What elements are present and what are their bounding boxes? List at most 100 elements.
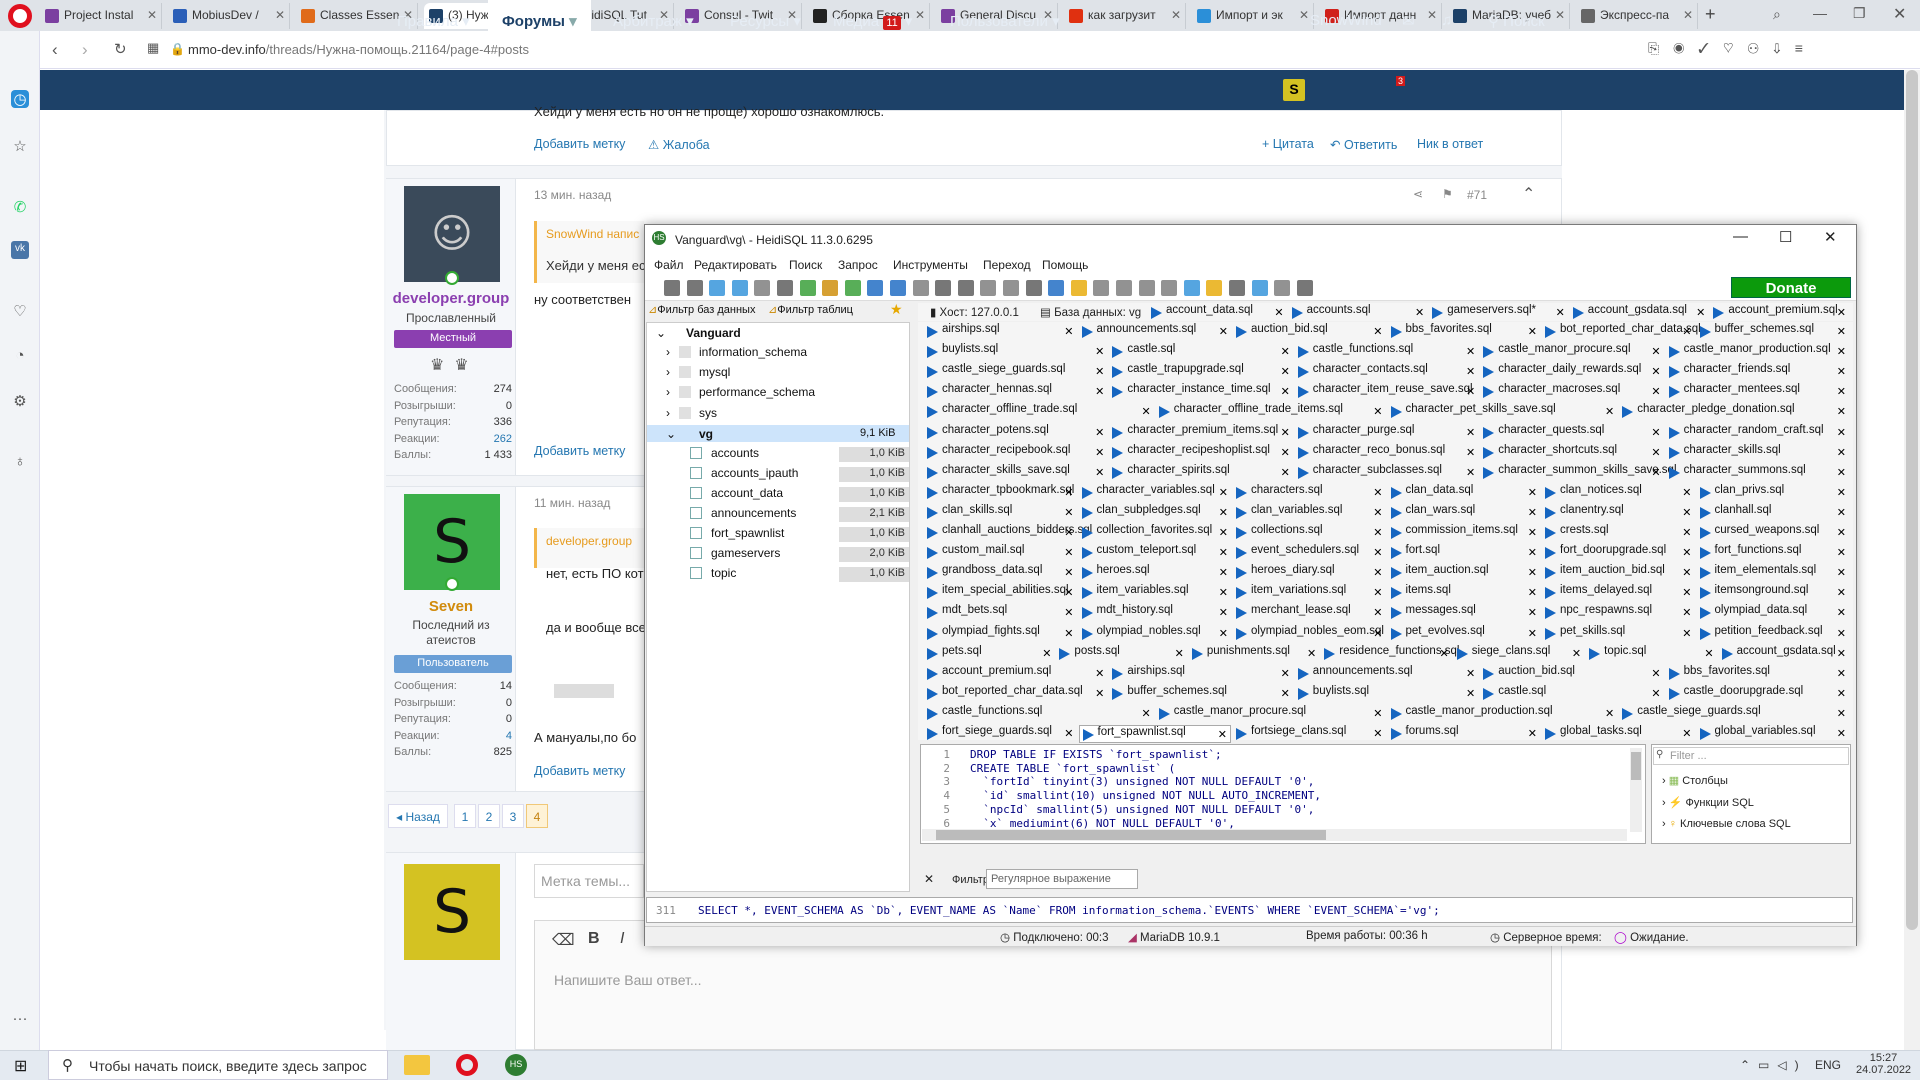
toolbar-button-icon[interactable] bbox=[709, 280, 726, 296]
toolbar-button-icon[interactable] bbox=[1025, 280, 1042, 296]
query-tab[interactable]: character_mentees.sql ✕ bbox=[1666, 383, 1849, 401]
query-tab[interactable]: character_offline_trade_items.sql ✕ bbox=[1156, 403, 1386, 421]
tab-close-icon[interactable]: ✕ bbox=[1605, 707, 1614, 720]
query-tab[interactable]: item_auction_bid.sql ✕ bbox=[1542, 564, 1695, 582]
helper-item-keywords[interactable]: › ♀ Ключевые слова SQL bbox=[1662, 818, 1791, 830]
page-2-button[interactable]: 2 bbox=[478, 804, 500, 828]
query-tab[interactable]: fortsiege_clans.sql ✕ bbox=[1233, 725, 1386, 743]
query-tab[interactable]: account_premium.sql ✕ bbox=[924, 665, 1107, 683]
tree-db-node[interactable]: mysql bbox=[699, 365, 730, 379]
query-tab[interactable]: character_recipeshoplist.sql ✕ bbox=[1109, 444, 1292, 462]
tab-close-icon[interactable]: ✕ bbox=[1466, 426, 1475, 439]
tab-close-icon[interactable]: ✕ bbox=[1528, 627, 1537, 640]
query-tab[interactable]: siege_clans.sql ✕ bbox=[1454, 645, 1584, 663]
tab-close-icon[interactable]: ✕ bbox=[1064, 586, 1073, 599]
query-tab[interactable]: collections.sql ✕ bbox=[1233, 524, 1386, 542]
menu-item[interactable]: Инструменты bbox=[893, 258, 968, 272]
query-tab[interactable]: clanhall.sql ✕ bbox=[1697, 504, 1850, 522]
toolbar-button-icon[interactable] bbox=[867, 280, 884, 296]
tab-close-icon[interactable]: ✕ bbox=[1373, 727, 1382, 740]
tab-close-icon[interactable]: ✕ bbox=[1466, 365, 1475, 378]
tab-close-icon[interactable]: ✕ bbox=[1064, 727, 1073, 740]
tab-close-icon[interactable]: ✕ bbox=[1837, 707, 1846, 720]
query-tab[interactable]: character_quests.sql ✕ bbox=[1480, 424, 1663, 442]
tab-close-icon[interactable]: ✕ bbox=[1281, 365, 1290, 378]
tab-close-icon[interactable]: ✕ bbox=[1682, 526, 1691, 539]
add-tag-link[interactable]: Добавить метку bbox=[534, 444, 625, 458]
user-name[interactable]: Seven bbox=[386, 598, 516, 615]
opera-taskbar-icon[interactable] bbox=[456, 1054, 478, 1076]
query-tab[interactable]: character_pet_skills_save.sql ✕ bbox=[1388, 403, 1618, 421]
query-tab[interactable]: character_potens.sql ✕ bbox=[924, 424, 1107, 442]
new-tab-button[interactable]: + bbox=[1705, 4, 1716, 25]
tab-close-icon[interactable]: ✕ bbox=[1095, 687, 1104, 700]
query-tab[interactable]: clan_notices.sql ✕ bbox=[1542, 484, 1695, 502]
query-tab[interactable]: petition_feedback.sql ✕ bbox=[1697, 625, 1850, 643]
history-icon[interactable]: ◔ bbox=[11, 347, 29, 365]
browser-tab[interactable]: Экспресс-па ✕ bbox=[1576, 3, 1698, 29]
db-filter[interactable]: ⊿Фильтр баз данных bbox=[648, 303, 766, 319]
whatsapp-icon[interactable]: ✆ bbox=[11, 198, 29, 216]
browser-tab[interactable]: Project Instal ✕ bbox=[40, 3, 162, 29]
helper-item-columns[interactable]: › ▦ Столбцы bbox=[1662, 774, 1728, 787]
tree-table-node[interactable]: topic bbox=[711, 566, 736, 580]
toolbar-button-icon[interactable] bbox=[1116, 280, 1132, 296]
query-tab[interactable]: clan_subpledges.sql ✕ bbox=[1079, 504, 1232, 522]
toolbar-button-icon[interactable] bbox=[980, 280, 997, 296]
query-tab[interactable]: buffer_schemes.sql ✕ bbox=[1697, 323, 1850, 341]
query-tab[interactable]: global_variables.sql ✕ bbox=[1697, 725, 1850, 743]
toolbar-button-icon[interactable] bbox=[1161, 280, 1178, 296]
nick-reply-link[interactable]: Ник в ответ bbox=[1417, 137, 1483, 151]
query-tab[interactable]: character_daily_rewards.sql ✕ bbox=[1480, 363, 1663, 381]
tab-close-icon[interactable]: ✕ bbox=[1373, 566, 1382, 579]
tab-close-icon[interactable]: ✕ bbox=[1064, 506, 1073, 519]
tab-close-icon[interactable]: ✕ bbox=[1142, 707, 1151, 720]
tab-close-icon[interactable]: ✕ bbox=[1528, 526, 1537, 539]
forward-icon[interactable]: › bbox=[82, 40, 88, 60]
tab-close-icon[interactable]: ✕ bbox=[1837, 606, 1846, 619]
tab-close-icon[interactable]: ✕ bbox=[1373, 606, 1382, 619]
query-tab[interactable]: buylists.sql ✕ bbox=[1295, 685, 1478, 703]
nav-arbitrage[interactable]: Арбитраж ▾ bbox=[613, 12, 694, 30]
toolbar-button-icon[interactable] bbox=[1183, 280, 1200, 296]
query-tab[interactable]: account_premium.sql ✕ bbox=[1710, 304, 1849, 322]
tab-close-icon[interactable]: ✕ bbox=[915, 8, 925, 22]
toolbar-button-icon[interactable] bbox=[1093, 280, 1110, 296]
file-explorer-icon[interactable] bbox=[404, 1055, 430, 1075]
tab-close-icon[interactable]: ✕ bbox=[1373, 526, 1382, 539]
tab-close-icon[interactable]: ✕ bbox=[1095, 446, 1104, 459]
toolbar-button-icon[interactable] bbox=[1274, 280, 1291, 296]
tab-close-icon[interactable]: ✕ bbox=[1837, 466, 1846, 479]
tree-collapse-icon[interactable]: ⌄ bbox=[666, 427, 676, 441]
tab-close-icon[interactable]: ✕ bbox=[1837, 727, 1846, 740]
taskbar-search[interactable]: Чтобы начать поиск, введите здесь запрос bbox=[48, 1050, 388, 1080]
taskbar-clock[interactable]: 15:27 24.07.2022 bbox=[1856, 1052, 1911, 1076]
helper-filter-input[interactable]: Filter ... bbox=[1653, 747, 1849, 765]
editor-vscroll-thumb[interactable] bbox=[1631, 752, 1641, 780]
tab-close-icon[interactable]: ✕ bbox=[275, 8, 285, 22]
toolbar-button-icon[interactable] bbox=[844, 280, 861, 296]
tab-close-icon[interactable]: ✕ bbox=[1373, 586, 1382, 599]
tab-close-icon[interactable]: ✕ bbox=[1042, 647, 1051, 660]
user-avatar-seven[interactable]: S bbox=[404, 494, 500, 590]
toolbar-button-icon[interactable] bbox=[731, 280, 748, 296]
tab-close-icon[interactable]: ✕ bbox=[1466, 667, 1475, 680]
query-tab[interactable]: character_macroses.sql ✕ bbox=[1480, 383, 1663, 401]
tab-close-icon[interactable]: ✕ bbox=[1095, 385, 1104, 398]
scroll-up-icon[interactable]: ⌃ bbox=[1522, 184, 1535, 204]
query-tab[interactable]: fort.sql ✕ bbox=[1388, 544, 1541, 562]
tab-close-icon[interactable]: ✕ bbox=[1095, 667, 1104, 680]
tab-close-icon[interactable]: ✕ bbox=[1837, 365, 1846, 378]
language-indicator[interactable]: ENG bbox=[1815, 1058, 1841, 1072]
query-tab[interactable]: character_pledge_donation.sql ✕ bbox=[1619, 403, 1849, 421]
tab-close-icon[interactable]: ✕ bbox=[1651, 466, 1660, 479]
tab-close-icon[interactable]: ✕ bbox=[1219, 325, 1228, 338]
query-tab[interactable]: clanentry.sql ✕ bbox=[1542, 504, 1695, 522]
user-avatar-developer[interactable]: ☺ bbox=[404, 186, 500, 282]
tab-close-icon[interactable]: ✕ bbox=[1219, 526, 1228, 539]
nav-users[interactable]: Пользователи ▾ bbox=[950, 12, 1060, 30]
toolbar-button-icon[interactable] bbox=[1048, 280, 1065, 296]
menu-item[interactable]: Запрос bbox=[838, 258, 878, 272]
tab-close-icon[interactable]: ✕ bbox=[1651, 426, 1660, 439]
query-tab[interactable]: character_recipebook.sql ✕ bbox=[924, 444, 1107, 462]
